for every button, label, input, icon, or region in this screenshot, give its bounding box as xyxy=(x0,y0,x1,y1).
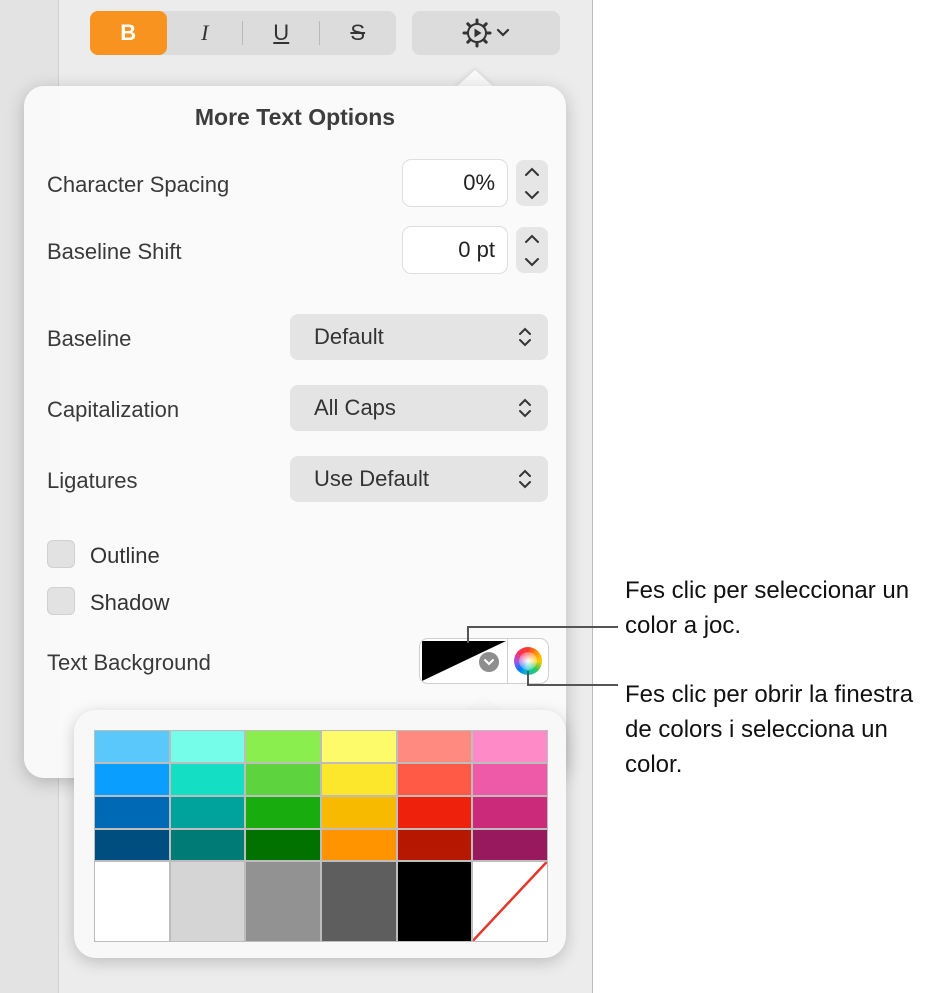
shadow-label: Shadow xyxy=(90,590,170,615)
updown-chevron-icon xyxy=(519,327,531,347)
baseline-select-value: Default xyxy=(314,324,384,349)
color-swatch[interactable] xyxy=(397,862,472,941)
baseline-shift-field[interactable]: 0 pt xyxy=(403,227,507,273)
underline-button[interactable]: U xyxy=(243,11,320,55)
character-spacing-stepper[interactable] xyxy=(516,160,548,206)
color-swatch[interactable] xyxy=(321,829,396,861)
italic-button[interactable]: I xyxy=(167,11,244,55)
color-swatch[interactable] xyxy=(95,862,169,941)
chevron-down-icon[interactable] xyxy=(524,190,540,200)
advanced-options-button[interactable] xyxy=(412,11,560,55)
capitalization-label: Capitalization xyxy=(47,397,180,422)
color-swatch[interactable] xyxy=(246,862,320,941)
color-window-callout: Fes clic per obrir la finestra de colors… xyxy=(625,681,914,778)
color-swatch[interactable] xyxy=(321,796,396,828)
palette-arrow xyxy=(465,694,501,711)
baseline-select[interactable]: Default xyxy=(290,314,548,360)
callout-leader xyxy=(467,626,618,628)
color-swatch[interactable] xyxy=(473,763,547,795)
color-swatch[interactable] xyxy=(397,829,472,861)
color-swatch[interactable] xyxy=(473,829,547,861)
color-swatch[interactable] xyxy=(397,763,472,795)
outline-checkbox[interactable] xyxy=(47,540,75,568)
baseline-label: Baseline xyxy=(47,326,132,351)
strikethrough-button[interactable]: S xyxy=(320,11,397,55)
baseline-shift-label: Baseline Shift xyxy=(47,239,182,264)
gear-icon xyxy=(462,18,492,48)
color-swatch[interactable] xyxy=(321,763,396,795)
color-swatch[interactable] xyxy=(246,763,320,795)
chevron-up-icon[interactable] xyxy=(524,234,540,244)
capitalization-select[interactable]: All Caps xyxy=(290,385,548,431)
ligatures-select[interactable]: Use Default xyxy=(290,456,548,502)
bold-button[interactable]: B xyxy=(90,11,167,55)
color-swatch[interactable] xyxy=(321,862,396,941)
color-swatch[interactable] xyxy=(170,796,245,828)
color-swatch[interactable] xyxy=(95,763,169,795)
baseline-shift-stepper[interactable] xyxy=(516,227,548,273)
segment-divider xyxy=(319,21,320,45)
shadow-checkbox[interactable] xyxy=(47,587,75,615)
character-spacing-field[interactable]: 0% xyxy=(403,160,507,206)
color-grid xyxy=(94,730,548,942)
character-spacing-label: Character Spacing xyxy=(47,172,230,197)
well-divider xyxy=(507,639,508,683)
preset-color-callout: Fes clic per seleccionar un color a joc. xyxy=(625,577,910,639)
chevron-down-icon xyxy=(496,28,510,37)
color-swatch[interactable] xyxy=(473,796,547,828)
color-swatch[interactable] xyxy=(246,829,320,861)
chevron-up-icon[interactable] xyxy=(524,167,540,177)
color-swatch[interactable] xyxy=(246,796,320,828)
ligatures-label: Ligatures xyxy=(47,468,138,493)
color-swatch[interactable] xyxy=(170,763,245,795)
color-swatch[interactable] xyxy=(170,731,245,762)
updown-chevron-icon xyxy=(519,469,531,489)
color-swatch[interactable] xyxy=(95,796,169,828)
callout-leader xyxy=(527,684,618,686)
color-swatch[interactable] xyxy=(170,829,245,861)
outline-label: Outline xyxy=(90,543,160,568)
chevron-down-icon[interactable] xyxy=(479,652,499,672)
capitalization-select-value: All Caps xyxy=(314,395,396,420)
ligatures-select-value: Use Default xyxy=(314,466,429,491)
color-swatch[interactable] xyxy=(397,796,472,828)
updown-chevron-icon xyxy=(519,398,531,418)
color-swatch[interactable] xyxy=(246,731,320,762)
color-swatch[interactable] xyxy=(397,731,472,762)
callout-leader xyxy=(467,626,469,643)
no-color-swatch[interactable] xyxy=(473,862,547,941)
popover-title: More Text Options xyxy=(194,104,396,130)
color-swatch[interactable] xyxy=(95,731,169,762)
text-style-segmented-control: B I U S xyxy=(90,11,396,55)
color-swatch[interactable] xyxy=(95,829,169,861)
text-background-label: Text Background xyxy=(47,650,211,675)
color-swatch[interactable] xyxy=(473,731,547,762)
color-swatch[interactable] xyxy=(321,731,396,762)
segment-divider xyxy=(242,21,243,45)
color-palette-popover xyxy=(74,710,566,958)
color-swatch[interactable] xyxy=(170,862,245,941)
more-text-options-popover: More Text Options Character Spacing 0% B… xyxy=(24,86,566,778)
chevron-down-icon[interactable] xyxy=(524,257,540,267)
